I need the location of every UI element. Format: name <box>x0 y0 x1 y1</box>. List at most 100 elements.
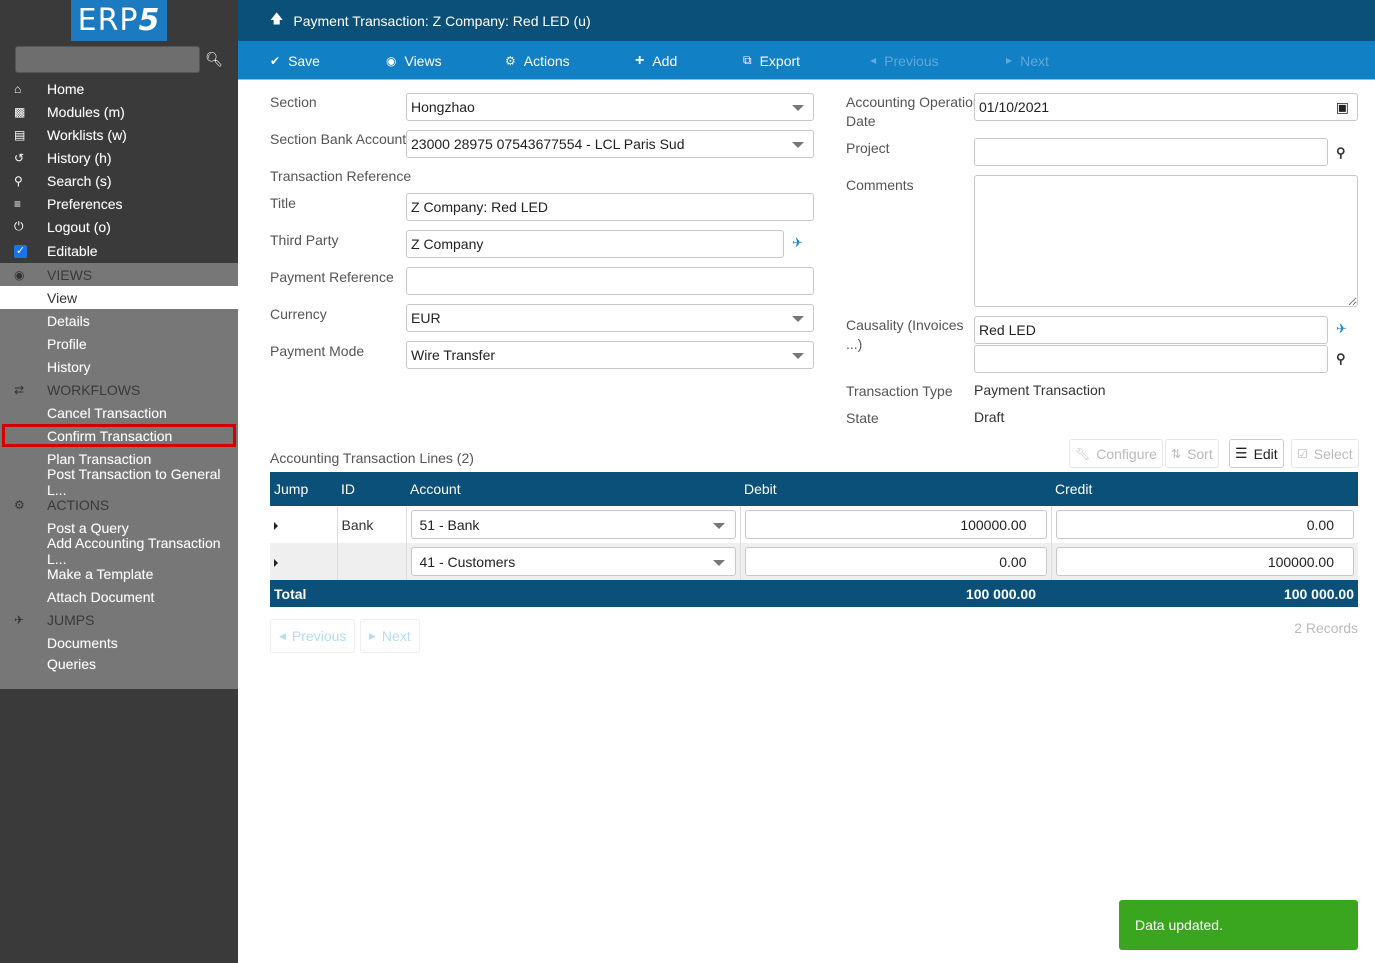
chevron-down-icon <box>792 353 804 359</box>
views-button[interactable]: ◉ Views <box>386 41 442 80</box>
section-bank-account-select[interactable]: 23000 28975 07543677554 - LCL Paris Sud <box>406 130 814 158</box>
previous-button[interactable]: ◀ Previous <box>870 41 939 80</box>
caret-left-icon: ◀ <box>870 56 877 65</box>
add-button[interactable]: + Add <box>635 41 677 80</box>
records-count: 2 Records <box>1294 620 1358 636</box>
sidebar-view-view[interactable]: View <box>0 286 238 309</box>
eye-icon: ◉ <box>386 53 397 68</box>
credit-input[interactable]: 0.00 <box>1055 510 1354 539</box>
debit-input[interactable]: 100000.00 <box>744 510 1047 539</box>
column-header-account[interactable]: Account <box>406 472 740 506</box>
causality-input[interactable]: Red LED <box>974 316 1328 344</box>
edit-button[interactable]: ☰ Edit <box>1229 439 1284 468</box>
export-button[interactable]: ⧉ Export <box>743 41 800 80</box>
sidebar-item-history[interactable]: ↺ History (h) <box>0 146 238 169</box>
jump-caret-icon[interactable] <box>274 558 278 567</box>
column-header-id[interactable]: ID <box>337 472 406 506</box>
jump-caret-icon[interactable] <box>274 521 278 530</box>
account-select[interactable]: 41 - Customers <box>410 547 736 576</box>
account-select[interactable]: 51 - Bank <box>410 510 736 539</box>
total-credit: 100 000.00 <box>1051 580 1358 607</box>
accounting-lines-table: Jump ID Account Debit Credit Bank 51 - B… <box>270 472 1358 607</box>
sidebar-item-worklists[interactable]: ▤ Worklists (w) <box>0 123 238 146</box>
sidebar-workflow-confirm-transaction[interactable]: Confirm Transaction <box>2 424 236 447</box>
configure-button[interactable]: 🔧︎ Configure <box>1069 439 1163 468</box>
sidebar-action-attach-document[interactable]: Attach Document <box>0 585 238 608</box>
sidebar-view-details[interactable]: Details <box>0 309 238 332</box>
causality-label: Causality (Invoices ...) <box>846 317 964 352</box>
sidebar-workflow-cancel-transaction[interactable]: Cancel Transaction <box>0 401 238 424</box>
third-party-input[interactable]: Z Company <box>406 230 784 258</box>
sliders-icon: ≡ <box>14 196 22 211</box>
project-input[interactable] <box>974 138 1328 166</box>
check-icon: ✔ <box>270 53 281 68</box>
sidebar-item-modules[interactable]: ▩ Modules (m) <box>0 100 238 123</box>
sidebar-item-editable[interactable]: ✓ Editable <box>0 238 238 263</box>
actions-button[interactable]: ⚙ Actions <box>505 41 570 80</box>
sidebar-view-history[interactable]: History <box>0 355 238 378</box>
next-button[interactable]: ▶ Next <box>1006 41 1049 80</box>
jump-plane-icon[interactable]: ✈ <box>1336 321 1347 337</box>
sidebar-views-section: ◉ VIEWS View Details Profile History ⇄ W… <box>0 263 238 689</box>
column-header-debit[interactable]: Debit <box>740 472 1051 506</box>
arrow-up-icon[interactable]: 🡅 <box>270 10 283 32</box>
sort-icon: ⇅ <box>1171 446 1182 461</box>
select-button[interactable]: ☑ Select <box>1291 439 1359 468</box>
sidebar-workflow-post-transaction[interactable]: Post Transaction to General L... <box>0 466 238 498</box>
comments-textarea[interactable] <box>974 175 1358 307</box>
sidebar-search-input[interactable] <box>15 45 201 73</box>
home-icon: ⌂ <box>14 81 22 96</box>
wrench-icon: 🔧︎ <box>1075 446 1091 461</box>
chevron-down-icon <box>792 142 804 148</box>
row-id[interactable] <box>336 543 406 580</box>
title-input[interactable]: Z Company: Red LED <box>406 193 814 221</box>
search-icon: ⚲ <box>14 173 23 188</box>
currency-select[interactable]: EUR <box>406 304 814 332</box>
erp5-logo[interactable]: ERP 5 <box>71 0 167 41</box>
jump-plane-icon[interactable]: ✈ <box>792 235 803 251</box>
plus-icon: + <box>635 51 645 69</box>
payment-mode-select[interactable]: Wire Transfer <box>406 341 814 369</box>
listbox-previous-button[interactable]: ◀ Previous <box>270 619 356 653</box>
sidebar-nav: ⌂ Home ▩ Modules (m) ▤ Worklists (w) ↺ H… <box>0 77 238 263</box>
sidebar-jump-documents[interactable]: Documents <box>0 631 238 654</box>
sidebar-view-profile[interactable]: Profile <box>0 332 238 355</box>
row-id[interactable]: Bank <box>336 506 406 543</box>
operation-date-input[interactable]: 01/10/2021 ▣ <box>974 93 1358 121</box>
sidebar-search: 🔍︎ <box>0 41 238 77</box>
total-debit: 100 000.00 <box>740 580 1051 607</box>
sidebar-item-search[interactable]: ⚲ Search (s) <box>0 169 238 192</box>
calendar-icon[interactable]: ▣ <box>1336 99 1349 116</box>
sidebar-views-header: ◉ VIEWS <box>0 263 238 286</box>
state-value: Draft <box>974 409 1005 425</box>
sort-button[interactable]: ⇅ Sort <box>1165 439 1219 468</box>
save-button[interactable]: ✔ Save <box>270 41 320 80</box>
search-icon[interactable]: ⚲ <box>1336 351 1346 367</box>
power-icon: ⏻ <box>14 219 24 233</box>
currency-label: Currency <box>270 306 327 322</box>
payment-reference-input[interactable] <box>406 267 814 295</box>
sidebar-item-logout[interactable]: ⏻ Logout (o) <box>0 215 238 238</box>
sidebar-action-add-accounting-line[interactable]: Add Accounting Transaction L... <box>0 535 238 567</box>
causality-new-input[interactable] <box>974 345 1328 373</box>
credit-input[interactable]: 100000.00 <box>1055 547 1354 576</box>
debit-input[interactable]: 0.00 <box>744 547 1047 576</box>
column-header-credit[interactable]: Credit <box>1051 472 1358 506</box>
search-icon[interactable]: ⚲ <box>1336 145 1346 161</box>
payment-mode-label: Payment Mode <box>270 343 365 359</box>
checkbox-icon[interactable]: ✓ <box>14 245 27 258</box>
notification-toast[interactable]: Data updated. <box>1119 900 1358 950</box>
section-select[interactable]: Hongzhao <box>406 93 814 121</box>
column-header-jump[interactable]: Jump <box>270 472 337 506</box>
puzzle-icon: ▩ <box>14 104 26 119</box>
project-label: Project <box>846 140 890 156</box>
table-row: Bank 51 - Bank 100000.00 0.00 <box>270 506 1358 543</box>
listbox-next-button[interactable]: ▶ Next <box>360 619 420 653</box>
total-label: Total <box>270 580 740 607</box>
sidebar-item-home[interactable]: ⌂ Home <box>0 77 238 100</box>
search-icon[interactable]: 🔍︎ <box>205 51 223 68</box>
sidebar-jump-queries[interactable]: Queries <box>0 654 238 689</box>
section-label: Section <box>270 94 317 110</box>
sidebar-item-preferences[interactable]: ≡ Preferences <box>0 192 238 215</box>
list-icon: ☰ <box>1235 445 1248 461</box>
